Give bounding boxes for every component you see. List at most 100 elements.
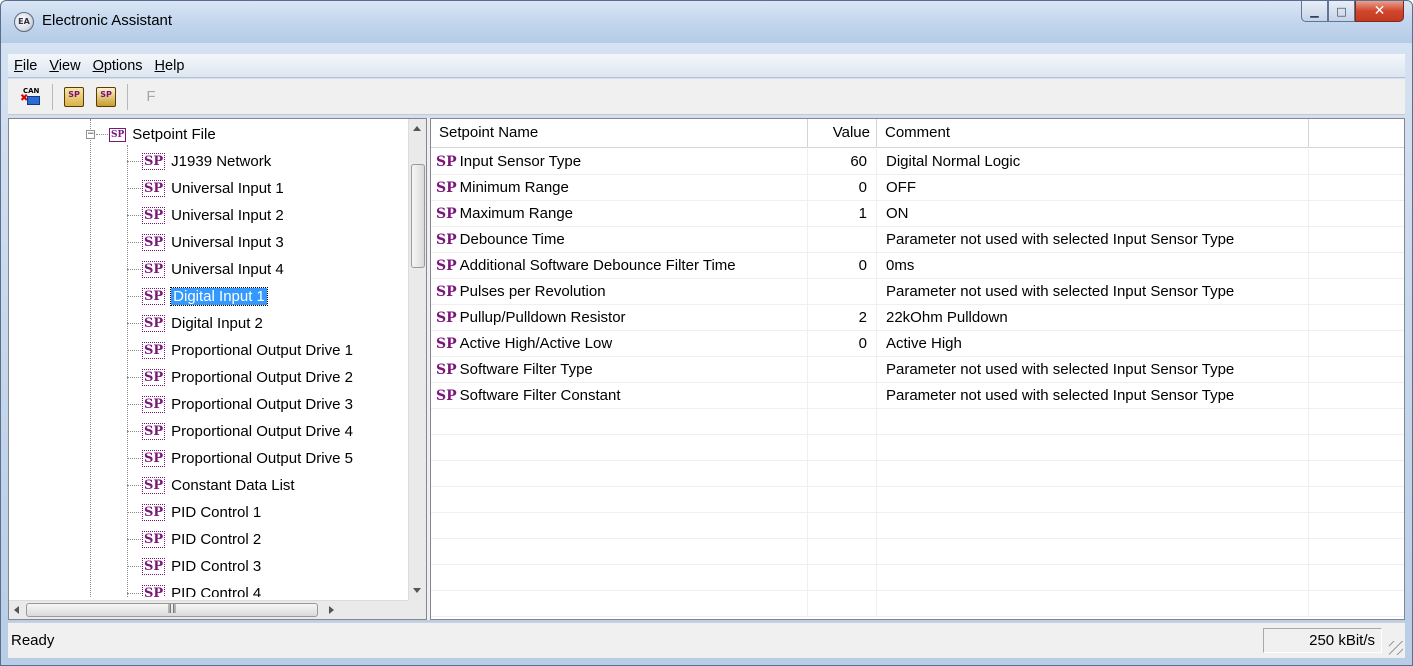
tree-item[interactable]: SP PID Control 1 xyxy=(142,499,261,526)
table-row[interactable]: SP Maximum Range 1 ON xyxy=(431,201,1404,227)
tree-item[interactable]: SP Proportional Output Drive 3 xyxy=(142,391,353,418)
cell-comment: Digital Normal Logic xyxy=(877,149,1309,175)
status-bar: Ready 250 kBit/s xyxy=(8,622,1405,658)
tree-item[interactable]: SP PID Control 4 xyxy=(142,580,261,597)
maximize-button[interactable]: □ xyxy=(1328,1,1355,22)
tree-item[interactable]: SP Universal Input 2 xyxy=(142,202,284,229)
tree-connector xyxy=(127,566,141,567)
sp-setpoint-icon: SP xyxy=(142,585,166,597)
table-row[interactable]: SP Active High/Active Low 0 Active High xyxy=(431,331,1404,357)
cell-setpoint-name: SP Minimum Range xyxy=(431,175,808,201)
tree-connector xyxy=(127,161,141,162)
menu-file[interactable]: File xyxy=(9,58,44,74)
setpoint-name-text: Additional Software Debounce Filter Time xyxy=(459,257,736,274)
cell-empty xyxy=(1309,149,1404,175)
tree-item[interactable]: SP Proportional Output Drive 5 xyxy=(142,445,353,472)
cell-empty xyxy=(1309,409,1404,435)
can-connect-button[interactable]: CAN ✖ xyxy=(18,85,44,109)
tree-item[interactable]: SP Universal Input 4 xyxy=(142,256,284,283)
tree-item-label: PID Control 1 xyxy=(171,504,262,521)
menu-options[interactable]: Options xyxy=(88,58,150,74)
setpoint-list[interactable]: Setpoint Name Value Comment SP Input Sens… xyxy=(430,118,1405,620)
column-header-comment[interactable]: Comment xyxy=(877,119,1309,148)
tree-item-label: Digital Input 1 xyxy=(170,287,268,306)
app-icon[interactable]: EA xyxy=(14,12,34,32)
tree-item-label: Proportional Output Drive 3 xyxy=(171,396,353,413)
table-row[interactable]: SP Debounce Time Parameter not used with s… xyxy=(431,227,1404,253)
scroll-left-arrow-icon[interactable] xyxy=(14,606,19,614)
tree-item[interactable]: SP Proportional Output Drive 2 xyxy=(142,364,353,391)
tree-item[interactable]: SP Universal Input 1 xyxy=(142,175,284,202)
cell-value: 1 xyxy=(808,201,877,227)
save-setpoint-button[interactable]: SP xyxy=(93,85,119,109)
scroll-right-arrow-icon[interactable] xyxy=(329,606,334,614)
tree-item-label: Universal Input 1 xyxy=(171,180,284,197)
empty-table-row xyxy=(431,591,1404,617)
cell-setpoint-name xyxy=(431,409,808,435)
cell-setpoint-name xyxy=(431,539,808,565)
column-header-setpoint-name[interactable]: Setpoint Name xyxy=(431,119,808,148)
tree-item[interactable]: SP Digital Input 2 xyxy=(142,310,263,337)
table-row[interactable]: SP Software Filter Constant Parameter not … xyxy=(431,383,1404,409)
menu-options-mnemonic: O xyxy=(92,57,104,74)
tree-item[interactable]: SP Universal Input 3 xyxy=(142,229,284,256)
tree-connector xyxy=(127,458,141,459)
flash-button[interactable]: F xyxy=(136,85,162,109)
minimize-button[interactable]: ▁ xyxy=(1301,1,1328,22)
cell-setpoint-name xyxy=(431,565,808,591)
sp-setpoint-icon: SP xyxy=(142,180,166,197)
toolbar: CAN ✖ SP SP F xyxy=(8,79,1405,115)
table-row[interactable]: SP Pulses per Revolution Parameter not use… xyxy=(431,279,1404,305)
sp-setpoint-icon: SP xyxy=(142,504,166,521)
tree-connector xyxy=(127,323,141,324)
menu-help-mnemonic: H xyxy=(154,57,166,74)
tree-connector xyxy=(127,296,141,297)
cell-comment xyxy=(877,591,1309,617)
empty-table-row xyxy=(431,539,1404,565)
tree-vertical-scrollbar[interactable] xyxy=(408,119,426,601)
sp-setpoint-icon: SP xyxy=(142,315,166,332)
table-row[interactable]: SP Software Filter Type Parameter not used… xyxy=(431,357,1404,383)
tree-item-label: Proportional Output Drive 5 xyxy=(171,450,353,467)
tree-connector xyxy=(127,350,141,351)
tree-item-setpoint-file[interactable]: SP Setpoint File xyxy=(109,121,216,148)
tree-item-label: Setpoint File xyxy=(132,126,216,143)
sp-setpoint-icon: SP xyxy=(142,423,166,440)
sp-setpoint-icon: SP xyxy=(436,284,457,300)
toolbar-separator-2 xyxy=(127,83,128,110)
scroll-up-arrow-icon[interactable] xyxy=(413,126,421,131)
menu-help-label: elp xyxy=(165,57,185,74)
tree-horizontal-scrollbar[interactable]: ‖‖ xyxy=(9,600,409,619)
tree-item[interactable]: SP PID Control 3 xyxy=(142,553,261,580)
collapse-expander-icon[interactable]: − xyxy=(86,130,95,139)
menu-help[interactable]: Help xyxy=(150,58,192,74)
scroll-down-arrow-icon[interactable] xyxy=(413,588,421,593)
resize-grip-icon[interactable] xyxy=(1389,641,1403,655)
menu-view[interactable]: View xyxy=(44,58,87,74)
tree-item[interactable]: SP PID Control 2 xyxy=(142,526,261,553)
scroll-thumb[interactable] xyxy=(411,164,425,268)
tree-item[interactable]: SP J1939 Network xyxy=(142,148,271,175)
hscroll-thumb[interactable]: ‖‖ xyxy=(26,603,318,617)
cell-setpoint-name: SP Debounce Time xyxy=(431,227,808,253)
title-bar[interactable]: EA Electronic Assistant ▁ □ ✕ xyxy=(1,1,1412,43)
tree-connector xyxy=(127,512,141,513)
setpoint-tree[interactable]: − SP Setpoint File SP J1939 Network SP Univ… xyxy=(8,118,427,620)
table-row[interactable]: SP Pullup/Pulldown Resistor 2 22kOhm Pulldo… xyxy=(431,305,1404,331)
setpoint-name-text: Pulses per Revolution xyxy=(459,283,606,300)
empty-table-row xyxy=(431,513,1404,539)
column-header-value[interactable]: Value xyxy=(808,119,877,148)
table-row[interactable]: SP Minimum Range 0 OFF xyxy=(431,175,1404,201)
cell-comment xyxy=(877,539,1309,565)
tree-item[interactable]: SP Proportional Output Drive 1 xyxy=(142,337,353,364)
cell-comment: 22kOhm Pulldown xyxy=(877,305,1309,331)
close-button[interactable]: ✕ xyxy=(1355,1,1404,22)
table-row[interactable]: SP Additional Software Debounce Filter Ti… xyxy=(431,253,1404,279)
open-setpoint-button[interactable]: SP xyxy=(61,85,87,109)
setpoint-name-text: Debounce Time xyxy=(459,231,565,248)
tree-item[interactable]: SP Constant Data List xyxy=(142,472,295,499)
sp-setpoint-icon: SP xyxy=(142,477,166,494)
tree-item[interactable]: SP Digital Input 1 xyxy=(142,283,268,310)
tree-item[interactable]: SP Proportional Output Drive 4 xyxy=(142,418,353,445)
table-row[interactable]: SP Input Sensor Type 60 Digital Normal Logi… xyxy=(431,149,1404,175)
